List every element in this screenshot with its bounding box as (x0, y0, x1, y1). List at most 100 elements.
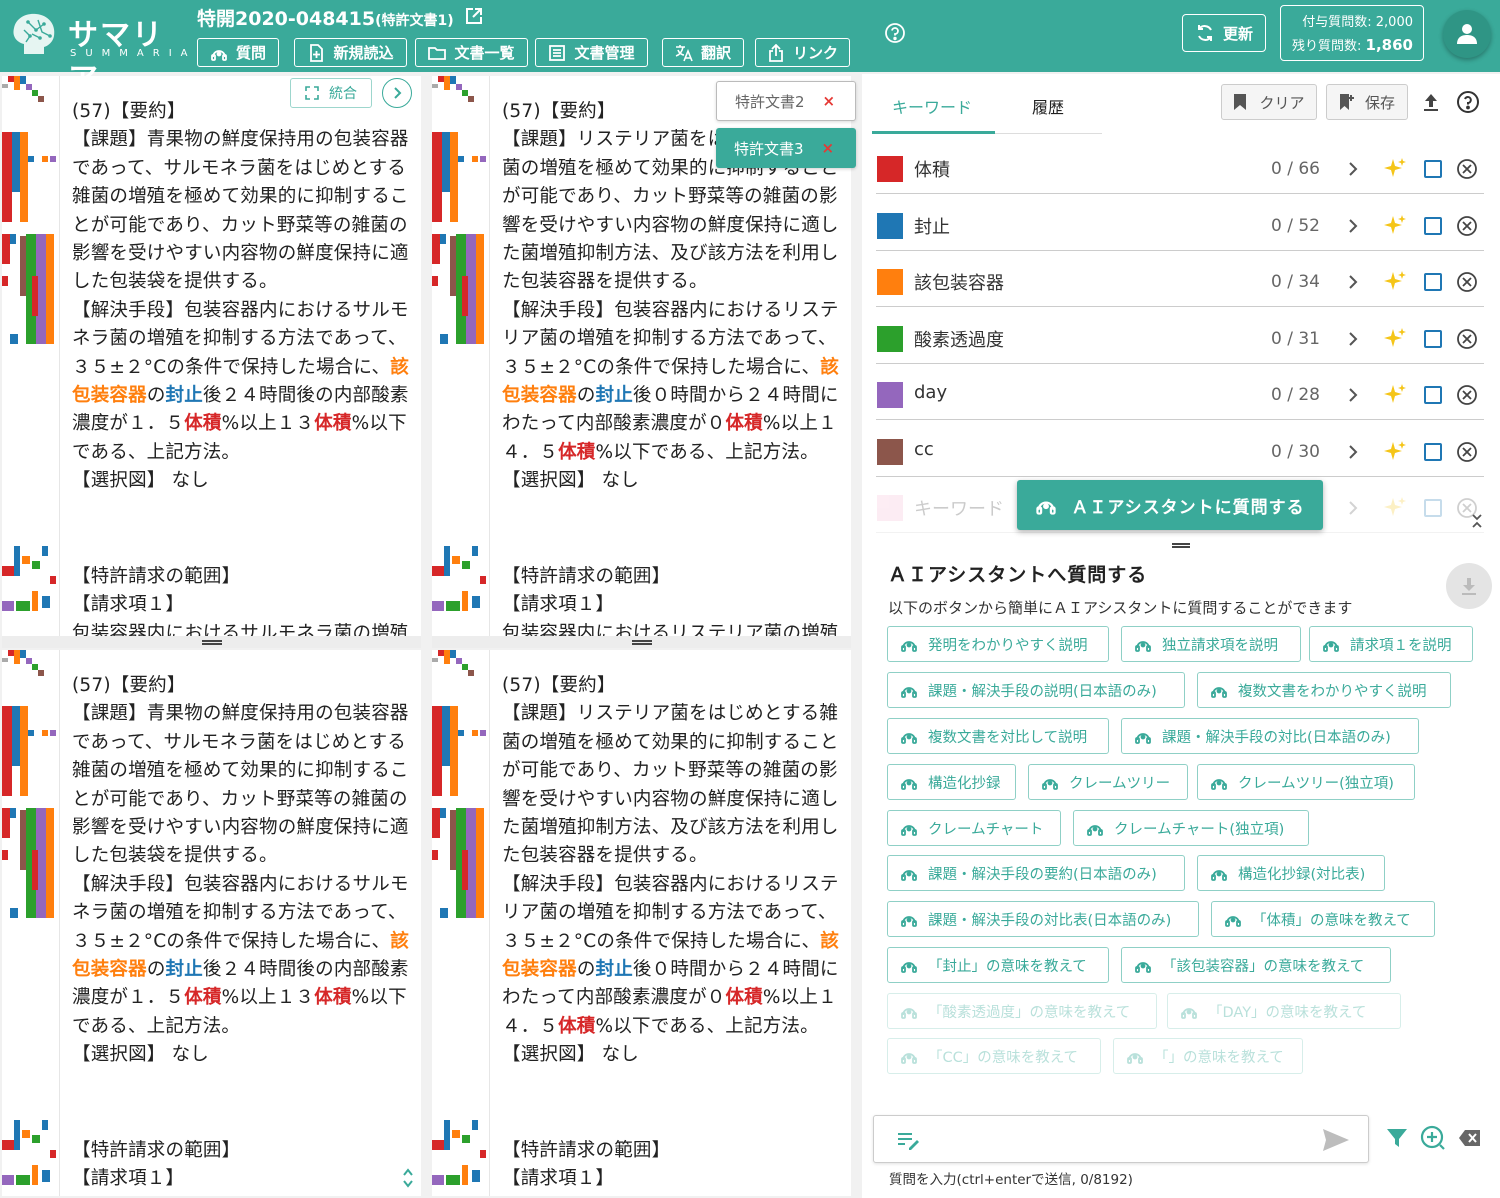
remove-circle-icon[interactable] (1456, 384, 1478, 406)
keyword-highlight[interactable]: 体積 (184, 987, 221, 1008)
chevron-right-icon[interactable] (1346, 273, 1360, 291)
filter-icon[interactable] (1386, 1127, 1408, 1149)
question-button[interactable]: 質問 (197, 38, 279, 67)
ai-prompt-chip[interactable]: 「」の意味を教えて (1113, 1038, 1303, 1074)
remove-circle-icon[interactable] (1456, 215, 1478, 237)
pane-splitter-left[interactable] (2, 636, 421, 648)
next-document-button[interactable] (382, 78, 412, 108)
add-circle-icon[interactable] (1420, 1125, 1446, 1151)
ai-assistant-button[interactable]: ＡＩアシスタントに質問する (1017, 480, 1323, 530)
refresh-button[interactable]: 更新 (1182, 14, 1266, 52)
keyword-row[interactable]: 該包装容器 0 / 34 (876, 259, 1484, 307)
tab-history[interactable]: 履歴 (1032, 94, 1064, 118)
user-avatar[interactable] (1443, 10, 1491, 58)
keyword-color-swatch[interactable] (877, 212, 903, 239)
sparkle-icon[interactable] (1383, 383, 1407, 407)
ai-prompt-chip[interactable]: 複数文書をわかりやすく説明 (1197, 672, 1451, 708)
scroll-updown-icon[interactable] (401, 1166, 415, 1190)
clear-button[interactable]: クリア (1221, 84, 1317, 120)
keyword-highlight[interactable]: 体積 (725, 413, 762, 434)
keyword-row[interactable]: 封止 0 / 52 (876, 203, 1484, 251)
keyword-minimap[interactable] (2, 76, 60, 636)
keyword-color-swatch[interactable] (877, 438, 903, 465)
document-pane-2-bottom[interactable]: (57)【要約】 【課題】リステリア菌をはじめとする雑菌の増殖を極めて効果的に抑制… (432, 650, 851, 1196)
ai-prompt-chip[interactable]: 構造化抄録(対比表) (1197, 855, 1385, 891)
close-icon[interactable]: × (823, 92, 836, 110)
sparkle-icon[interactable] (1383, 214, 1407, 238)
ai-prompt-chip[interactable]: クレームツリー (1028, 764, 1188, 800)
ai-prompt-chip[interactable]: 独立請求項を説明 (1121, 626, 1301, 662)
sparkle-icon[interactable] (1383, 496, 1407, 520)
keyword-checkbox[interactable] (1424, 329, 1442, 348)
ai-prompt-chip[interactable]: 課題・解決手段の対比表(日本語のみ) (887, 901, 1199, 937)
translate-button[interactable]: 翻訳 (662, 38, 744, 67)
keyword-row[interactable]: 酸素透過度 0 / 31 (876, 316, 1484, 364)
ai-prompt-chip[interactable]: 「該包装容器」の意味を教えて (1121, 947, 1391, 983)
chevron-right-icon[interactable] (1346, 443, 1360, 461)
remove-circle-icon[interactable] (1456, 158, 1478, 180)
close-icon[interactable]: × (822, 139, 835, 157)
keyword-color-swatch[interactable] (877, 495, 903, 521)
save-button[interactable]: 保存 (1326, 84, 1408, 120)
ai-prompt-chip[interactable]: 課題・解決手段の対比(日本語のみ) (1121, 718, 1419, 754)
ai-prompt-chip[interactable]: 「封止」の意味を教えて (887, 947, 1109, 983)
chevron-right-icon[interactable] (1346, 499, 1360, 517)
keyword-minimap[interactable] (2, 650, 60, 1196)
chevron-right-icon[interactable] (1346, 330, 1360, 348)
ai-prompt-chip[interactable]: 発明をわかりやすく説明 (887, 626, 1109, 662)
keyword-row[interactable]: 体積 0 / 66 (876, 146, 1484, 194)
keyword-minimap[interactable] (432, 650, 490, 1196)
keyword-highlight[interactable]: 体積 (558, 442, 595, 463)
keyword-color-swatch[interactable] (877, 325, 903, 352)
tab-patent-doc-2[interactable]: 特許文書2 × (716, 81, 856, 121)
keyword-highlight[interactable]: 封止 (166, 959, 203, 980)
keyword-checkbox[interactable] (1424, 499, 1442, 517)
keyword-checkbox[interactable] (1424, 386, 1442, 404)
chevron-right-icon[interactable] (1346, 160, 1360, 178)
keyword-color-swatch[interactable] (877, 156, 903, 182)
keyword-row[interactable]: cc 0 / 30 (876, 429, 1484, 477)
keyword-color-swatch[interactable] (877, 382, 903, 408)
document-pane-1-top[interactable]: (57)【要約】 【課題】青果物の鮮度保持用の包装容器であって、サルモネラ菌をはじ… (2, 76, 421, 636)
external-link-icon[interactable] (464, 6, 484, 26)
tab-keywords[interactable]: キーワード (892, 94, 972, 118)
keyword-minimap[interactable] (432, 76, 490, 636)
ai-prompt-chip[interactable]: クレームチャート(独立項) (1073, 810, 1309, 846)
download-button[interactable] (1446, 563, 1492, 609)
keyword-checkbox[interactable] (1424, 216, 1442, 235)
remove-circle-icon[interactable] (1456, 271, 1478, 293)
sparkle-icon[interactable] (1383, 327, 1407, 351)
ai-prompt-chip[interactable]: 「体積」の意味を教えて (1211, 901, 1435, 937)
clear-input-icon[interactable] (1458, 1128, 1482, 1148)
keyword-highlight[interactable]: 封止 (166, 385, 203, 406)
new-load-button[interactable]: 新規読込 (294, 38, 407, 67)
keyword-highlight[interactable]: 体積 (558, 1016, 595, 1037)
ai-prompt-chip[interactable]: クレームツリー(独立項) (1197, 764, 1415, 800)
question-input[interactable] (924, 1124, 1304, 1154)
send-icon[interactable] (1322, 1128, 1350, 1152)
app-logo[interactable]: サマリア SUMMARIA (10, 8, 188, 97)
remove-circle-icon[interactable] (1456, 441, 1478, 463)
keyword-highlight[interactable]: 体積 (184, 413, 221, 434)
keyword-highlight[interactable]: 封止 (596, 385, 633, 406)
keyword-highlight[interactable]: 体積 (314, 987, 351, 1008)
keyword-checkbox[interactable] (1424, 442, 1442, 461)
merge-button[interactable]: 統合 (290, 78, 372, 108)
remove-circle-icon[interactable] (1456, 328, 1478, 350)
keyword-checkbox[interactable] (1424, 273, 1442, 291)
keyword-highlight[interactable]: 封止 (596, 959, 633, 980)
keyword-highlight[interactable]: 体積 (725, 987, 762, 1008)
keyword-color-swatch[interactable] (877, 269, 903, 295)
ai-prompt-chip[interactable]: 「DAY」の意味を教えて (1167, 993, 1401, 1029)
ai-prompt-chip[interactable]: 構造化抄録 (887, 764, 1016, 800)
ai-prompt-chip[interactable]: 「酸素透過度」の意味を教えて (887, 993, 1157, 1029)
document-manage-button[interactable]: 文書管理 (535, 38, 648, 67)
keyword-checkbox[interactable] (1424, 160, 1442, 178)
ai-prompt-chip[interactable]: 課題・解決手段の要約(日本語のみ) (887, 855, 1185, 891)
chevron-right-icon[interactable] (1346, 386, 1360, 404)
question-input-box[interactable] (873, 1115, 1369, 1163)
ai-prompt-chip[interactable]: クレームチャート (887, 810, 1061, 846)
tab-patent-doc-3[interactable]: 特許文書3 × (716, 128, 856, 168)
sparkle-icon[interactable] (1383, 157, 1407, 181)
sparkle-icon[interactable] (1383, 270, 1407, 294)
